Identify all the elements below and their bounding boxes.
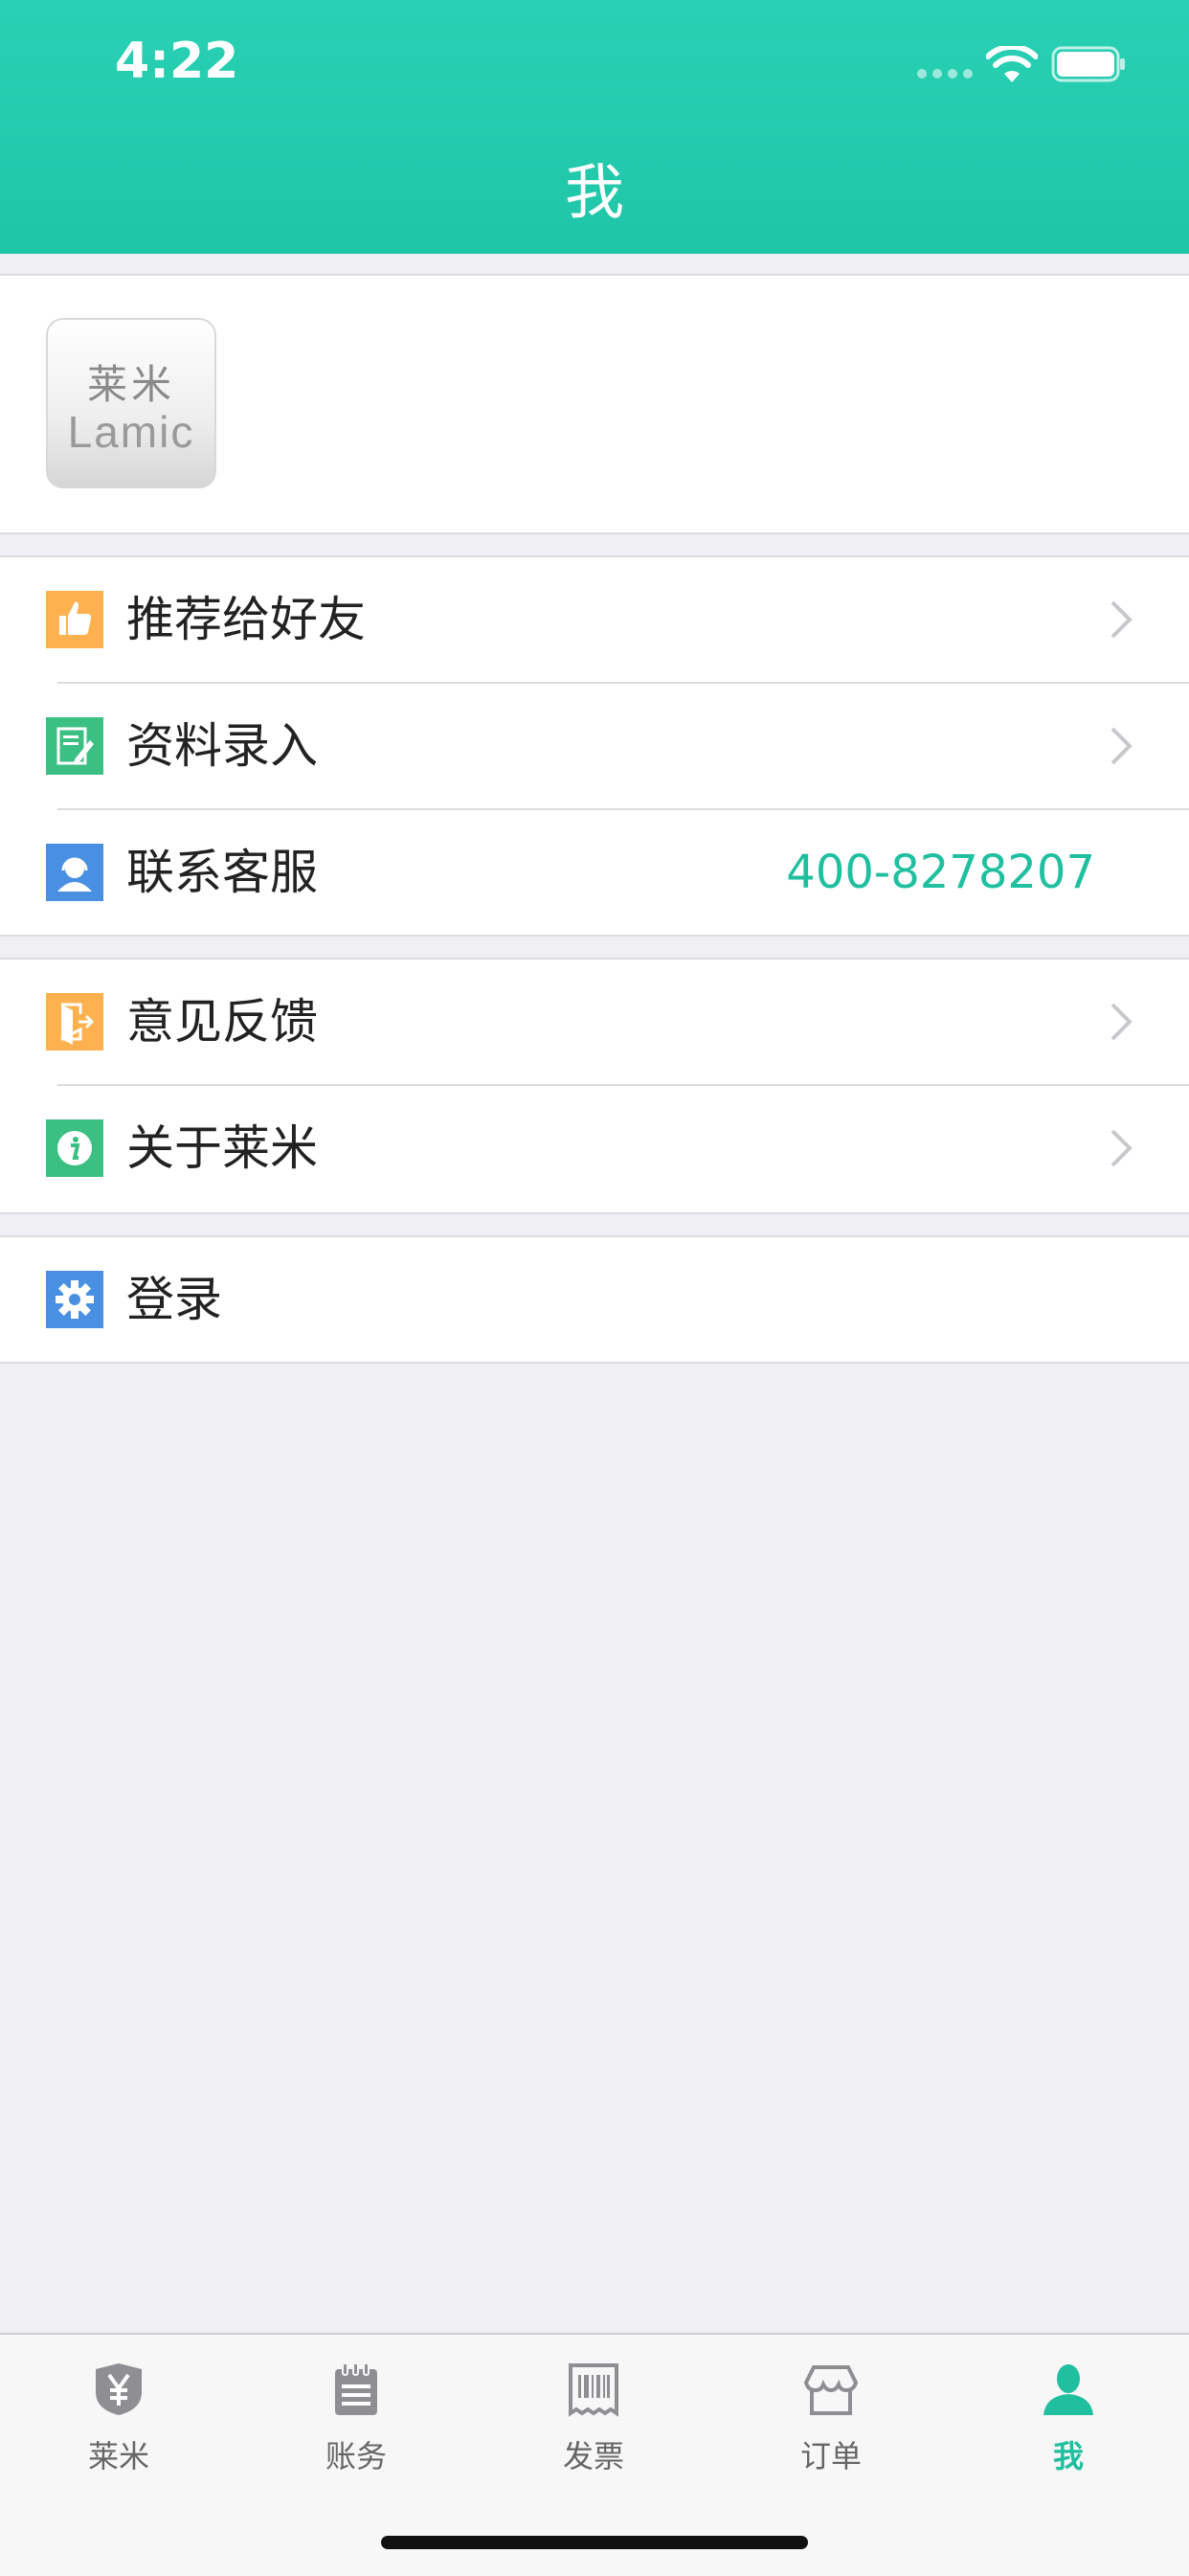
row-label-about: 关于莱米 bbox=[126, 1120, 318, 1176]
avatar-logo-cn: 莱米 bbox=[86, 361, 175, 408]
user-icon bbox=[1043, 2364, 1093, 2415]
row-label-feedback: 意见反馈 bbox=[126, 994, 318, 1050]
tab-label: 莱米 bbox=[87, 2438, 149, 2474]
settings-group-more: 意见反馈 关于莱米 bbox=[0, 958, 1189, 1214]
tab-accounts[interactable]: 账务 bbox=[237, 2335, 475, 2497]
info-icon bbox=[46, 1119, 103, 1177]
barcode-receipt-icon bbox=[569, 2363, 618, 2417]
row-data-entry[interactable]: 资料录入 bbox=[0, 684, 1189, 808]
avatar-logo-en: Lamic bbox=[67, 407, 195, 457]
service-phone-number[interactable]: 400-8278207 bbox=[786, 810, 1095, 935]
feedback-icon bbox=[46, 993, 103, 1051]
row-label-contact-service: 联系客服 bbox=[126, 845, 318, 900]
thumbs-up-icon bbox=[46, 591, 103, 648]
tab-label: 账务 bbox=[325, 2438, 387, 2474]
gear-icon bbox=[46, 1271, 103, 1328]
nav-header: 4:22 我 bbox=[0, 0, 1189, 254]
tab-label: 订单 bbox=[799, 2438, 862, 2474]
chevron-right-icon bbox=[1110, 727, 1133, 765]
row-contact-service[interactable]: 联系客服 400-8278207 bbox=[0, 810, 1189, 935]
row-label-login: 登录 bbox=[126, 1272, 222, 1327]
row-label-data-entry: 资料录入 bbox=[126, 718, 318, 774]
row-login[interactable]: 登录 bbox=[0, 1237, 1189, 1362]
page-title: 我 bbox=[564, 157, 624, 227]
row-feedback[interactable]: 意见反馈 bbox=[0, 960, 1189, 1084]
settings-group-main: 推荐给好友 资料录入 联系客服 400-8278207 bbox=[0, 555, 1189, 937]
tab-orders[interactable]: 订单 bbox=[712, 2335, 950, 2497]
tab-laimi[interactable]: 莱米 bbox=[0, 2335, 237, 2497]
chevron-right-icon bbox=[1110, 1129, 1133, 1167]
store-icon bbox=[803, 2365, 859, 2415]
wifi-icon bbox=[986, 46, 1038, 82]
profile-section[interactable]: 莱米 Lamic bbox=[0, 274, 1189, 534]
tab-me[interactable]: 我 bbox=[950, 2335, 1187, 2497]
avatar[interactable]: 莱米 Lamic bbox=[46, 318, 216, 488]
tab-label: 发票 bbox=[562, 2438, 624, 2474]
chevron-right-icon bbox=[1110, 600, 1133, 639]
battery-icon bbox=[1051, 46, 1125, 82]
customer-service-icon bbox=[46, 844, 103, 901]
row-about[interactable]: 关于莱米 bbox=[0, 1086, 1189, 1210]
edit-document-icon bbox=[46, 717, 103, 775]
settings-group-account: 登录 bbox=[0, 1235, 1189, 1364]
row-recommend[interactable]: 推荐给好友 bbox=[0, 557, 1189, 682]
status-time: 4:22 bbox=[115, 33, 239, 90]
cellular-signal-icon bbox=[917, 69, 973, 79]
chevron-right-icon bbox=[1110, 1003, 1133, 1041]
notepad-icon bbox=[335, 2362, 377, 2415]
tab-label: 我 bbox=[1052, 2438, 1084, 2474]
row-label-recommend: 推荐给好友 bbox=[126, 592, 366, 647]
home-indicator[interactable] bbox=[381, 2536, 808, 2549]
tab-invoice[interactable]: 发票 bbox=[475, 2335, 712, 2497]
yen-shield-icon bbox=[96, 2363, 142, 2415]
